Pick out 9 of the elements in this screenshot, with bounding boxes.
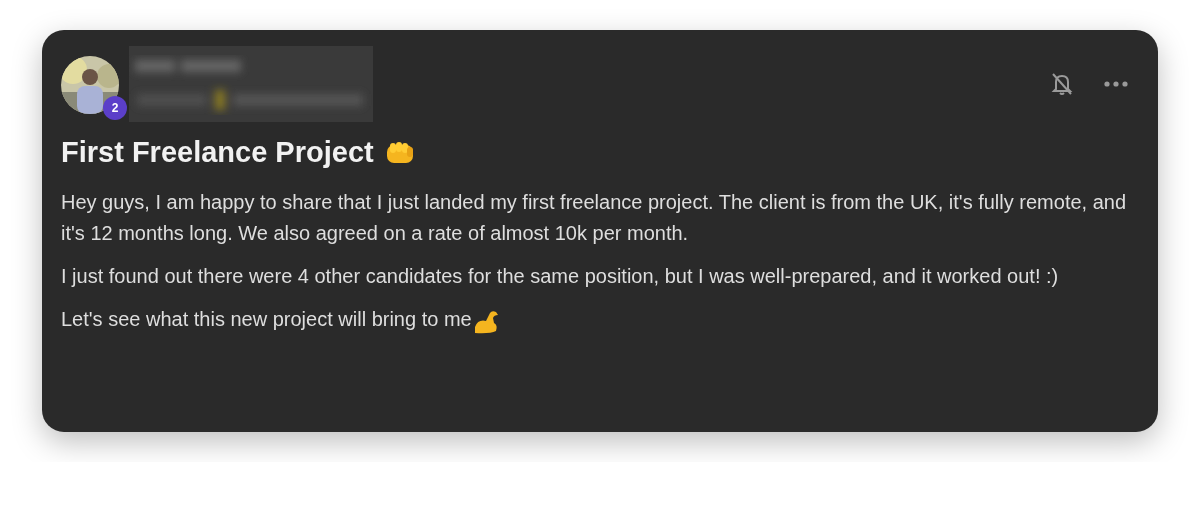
bell-off-icon xyxy=(1050,71,1074,97)
post-paragraph: I just found out there were 4 other candidates for the same position, but I was well-prepared, and it worked out! :) xyxy=(61,265,1059,287)
post-paragraph: Let's see what this new project will bring to me xyxy=(61,307,472,332)
more-options-button[interactable] xyxy=(1104,81,1128,87)
more-icon xyxy=(1104,81,1128,87)
post-paragraph: Hey guys, I am happy to share that I just landed my first freelance project. The client is from the UK, it's fully remote, and it's 12 months long. We also agreed on a rate of almost 10k per month. xyxy=(61,191,1127,244)
mute-notifications-button[interactable] xyxy=(1050,71,1074,97)
count-badge: 2 xyxy=(103,96,127,120)
post-title: First Freelance Project xyxy=(61,136,374,169)
